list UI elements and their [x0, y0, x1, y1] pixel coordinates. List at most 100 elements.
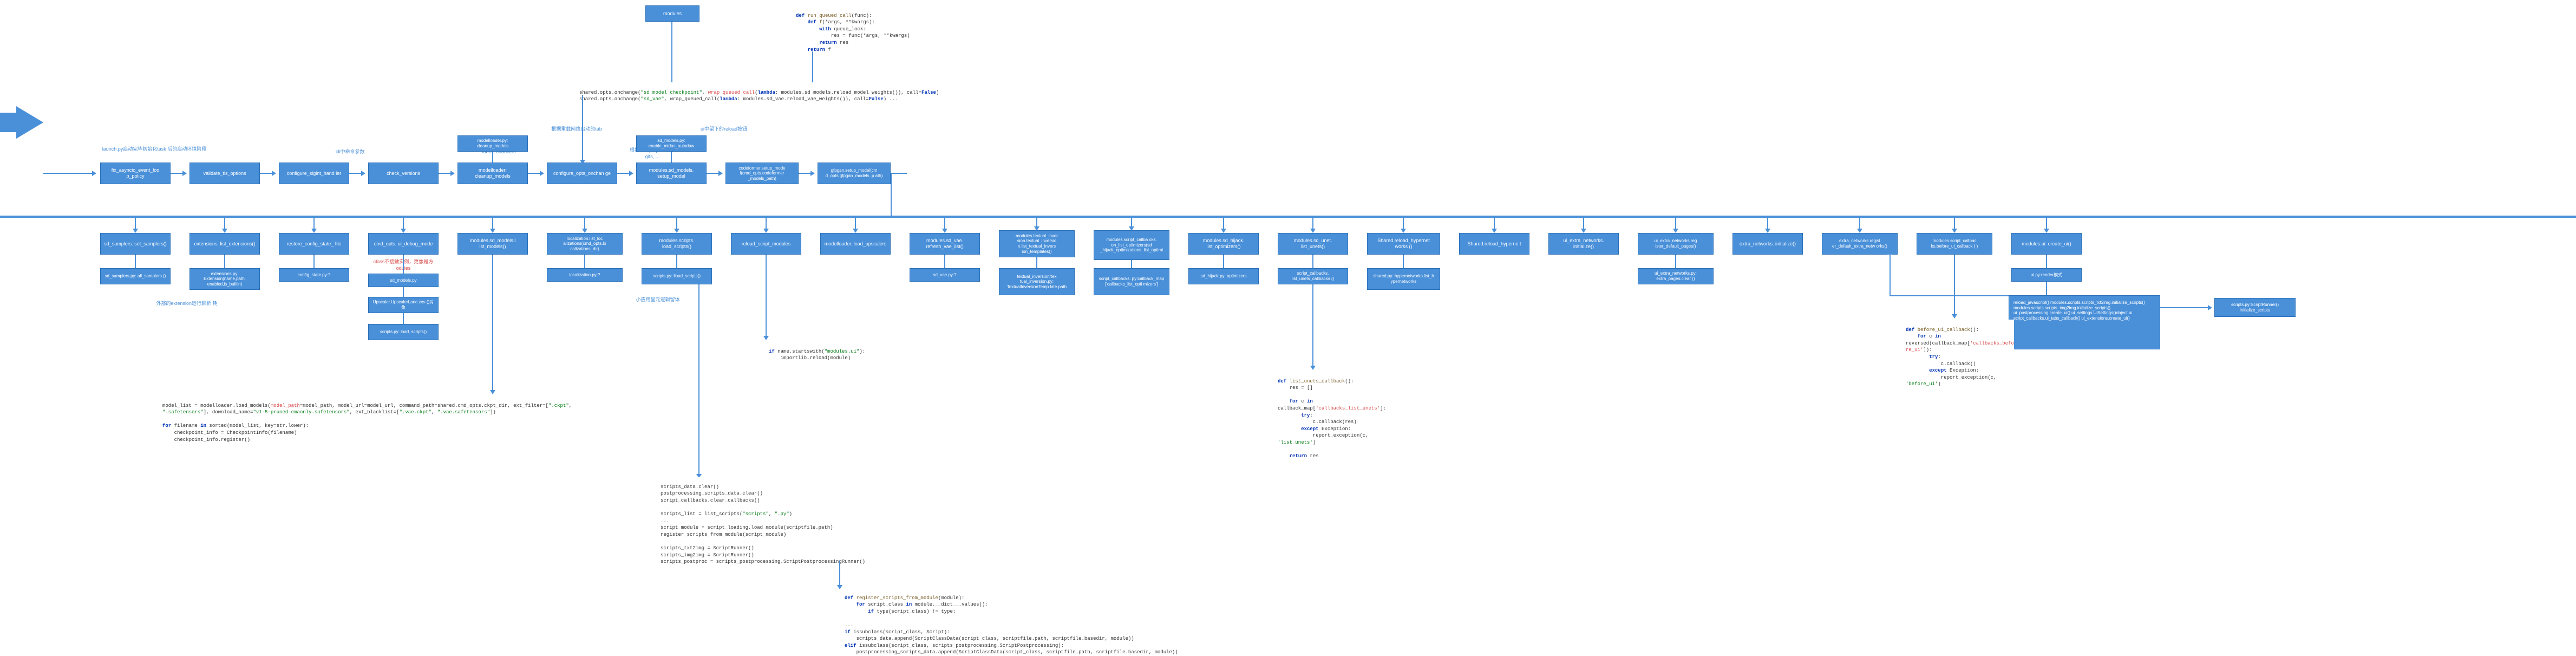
conn-r2-7b — [676, 255, 677, 268]
node-textual-b: textual_inversion/tex tual_inversion.py:… — [999, 268, 1075, 295]
conn-r2-20 — [1859, 217, 1860, 229]
conn-r2-22 — [2046, 217, 2047, 229]
conn-r2-4c — [403, 287, 404, 297]
conn-r1-2 — [260, 173, 272, 174]
node-sd-unet-b: script_callbacks. list_unets_callbacks (… — [1278, 268, 1348, 284]
code-loadmodule: if name.startswith("modules.ui"): import… — [769, 341, 865, 362]
node-load-upscalers: modelloader. load_upscalers — [820, 233, 891, 255]
note-cli: cli中命令参数 — [336, 149, 365, 155]
conn-r1-8 — [799, 173, 810, 174]
conn-r2-7 — [676, 217, 677, 229]
conn-scripts-register — [839, 561, 840, 585]
conn-r1-6 — [617, 173, 629, 174]
node-cmd-opts: cmd_opts. ui_debug_mode — [368, 233, 439, 255]
conn-r2-3 — [313, 217, 315, 229]
conn-r2-10b — [944, 255, 945, 268]
conn-r2-13 — [1223, 217, 1224, 229]
node-list-models: modules.sd_models.l ist_models() — [457, 233, 528, 255]
node-restore-config: restore_config_state_ file — [279, 233, 349, 255]
conn-r2-12 — [1131, 217, 1132, 226]
node-sd-hijack: modules.sd_hijack. list_optimizers() — [1188, 233, 1259, 255]
node-modelloader: modelloader: cleanup_models — [457, 163, 528, 184]
node-sd-models-b: sd_models.py — [368, 274, 439, 287]
conn-extra-up — [1889, 255, 1891, 295]
conn-r2-2b — [224, 255, 225, 268]
node-set-samplers: sd_samplers: set_samplers() — [100, 233, 171, 255]
node-config-state: config_state.py:? — [279, 268, 349, 282]
node-big-block: reload_javascript() modules.scripts.scri… — [2009, 295, 2160, 349]
node-refresh-vae: modules.sd_vae. refresh_vae_list() — [910, 233, 980, 255]
conn-r2-21 — [1954, 217, 1955, 229]
node-extensions-b: extensions.py: Extension(name,path, enab… — [189, 268, 260, 290]
node-sdmodels-top: sd_models.py: enable_midas_autodow — [636, 135, 707, 152]
node-script-cb-b: script_callbacks. py:callback_map ['call… — [1094, 268, 1169, 295]
conn-r1-0 — [43, 173, 92, 174]
conn-r2-1b — [135, 255, 136, 268]
note-launch: launch.py启动完毕初始化task 后的启动环境阶段 — [100, 146, 208, 153]
node-gfpgan: gfpgan.setup_model(cm d_opts.gfpgan_mode… — [818, 163, 891, 184]
node-extra-net-init: extra_networks. initialize() — [1732, 233, 1803, 255]
conn-r1-drop — [891, 173, 892, 216]
node-ui-extra-init: ui_extra_networks. initialize() — [1548, 233, 1619, 255]
conn-r2-5 — [492, 217, 493, 229]
conn-r1-top7 — [671, 152, 672, 163]
node-codeformer: codeformer.setup_mode l(cmd_opts.codefor… — [725, 163, 799, 184]
node-check-versions: check_versions — [368, 163, 439, 184]
node-scripts-b: scripts.py: load_scripts() — [368, 324, 439, 340]
conn-r2-12b — [1131, 260, 1132, 268]
conn-r2-19 — [1767, 217, 1768, 229]
conn-r1-3 — [349, 173, 361, 174]
conn-r2-11b — [1036, 257, 1037, 268]
conn-r2-13b — [1223, 255, 1224, 268]
conn-r2-15 — [1403, 217, 1404, 229]
conn-opts-down — [582, 95, 583, 160]
node-reload-script: reload_script_modules — [731, 233, 801, 255]
conn-r2-22b — [2046, 255, 2047, 268]
node-scriptrunner: scripts.py:ScriptRunner() initialize_scr… — [2214, 298, 2296, 317]
conn-r1-top5 — [492, 152, 493, 163]
code-beforeui: def before_ui_callback(): for c in rever… — [1906, 320, 2014, 388]
node-load-scripts-b: scripts.py: lload_scripts() — [642, 268, 712, 284]
node-sd-unet: modules.sd_unet. list_unets() — [1278, 233, 1348, 255]
conn-r2-15b — [1403, 255, 1404, 268]
node-reload-hyper: Shared.reload_hypernet works () — [1367, 233, 1440, 255]
conn-r2-6b — [584, 255, 585, 268]
conn-r2-4 — [403, 217, 404, 229]
node-fix-asyncio: fix_asyncio_event_loo p_policy — [100, 163, 171, 184]
conn-r2-18 — [1675, 217, 1676, 229]
node-create-ui: modules.ui. create_ui() — [2011, 233, 2082, 255]
note-sub: 小应用里元逻辑留体 — [623, 297, 693, 303]
conn-r1-1 — [171, 173, 182, 174]
main-flow-line — [0, 216, 2576, 218]
node-vae-b: sd_vae.py:? — [910, 268, 980, 282]
conn-models-code — [492, 255, 493, 390]
note-ui-reload: ui中留下的reload按钮 — [683, 126, 764, 133]
conn-r2-4b — [403, 255, 404, 274]
node-setup-model: modules.sd_models. setup_model — [636, 163, 707, 184]
conn-r2-4d — [403, 313, 404, 324]
code-listunets: def list_unets_callback(): res = [] for … — [1278, 371, 1386, 460]
node-script-cb: modules.script_callba cks. on_list_optim… — [1094, 230, 1169, 260]
conn-r1-7 — [707, 173, 718, 174]
code-modellist: model_list = modelloader.load_models(mod… — [162, 395, 572, 443]
conn-r1-drop-h — [891, 173, 907, 174]
node-before-ui-cb: modules.script_callbac ks.before_ui_call… — [1917, 233, 1992, 255]
node-load-scripts: modules.scripts. load_scripts() — [642, 233, 712, 255]
node-localization: localization.list_loc alizations(cmd_opt… — [547, 233, 623, 255]
node-extra-net-reg: extra_networks.regist er_default_extra_n… — [1822, 233, 1898, 255]
note-ext-flow: 外部的extension运行解析 耗 — [152, 301, 222, 307]
node-ui-extra-pages-b: ui_extra_networks.py: extra_pages.clear … — [1638, 268, 1714, 284]
conn-r2-8 — [766, 217, 767, 229]
conn-modules-down — [671, 22, 672, 92]
node-reload-hyper-b: shared.py: hypernetworks.list_h ypernetw… — [1367, 268, 1440, 290]
code-scripts: scripts_data.clear() postprocessing_scri… — [661, 477, 865, 566]
conn-r2-1 — [135, 217, 136, 229]
conn-r2-2 — [224, 217, 225, 229]
conn-r2-14b — [1312, 255, 1313, 268]
conn-r2-18b — [1675, 255, 1676, 268]
node-extensions: extensions. list_extensions() — [189, 233, 260, 255]
flow-start-arrow — [16, 106, 43, 139]
node-sd-hijack-b: sd_hijack.py: optimizers — [1188, 268, 1259, 284]
node-all-samplers: sd_samplers.py: all_samplers () — [100, 268, 171, 284]
node-sigint: configure_sigint_hand ler — [279, 163, 349, 184]
